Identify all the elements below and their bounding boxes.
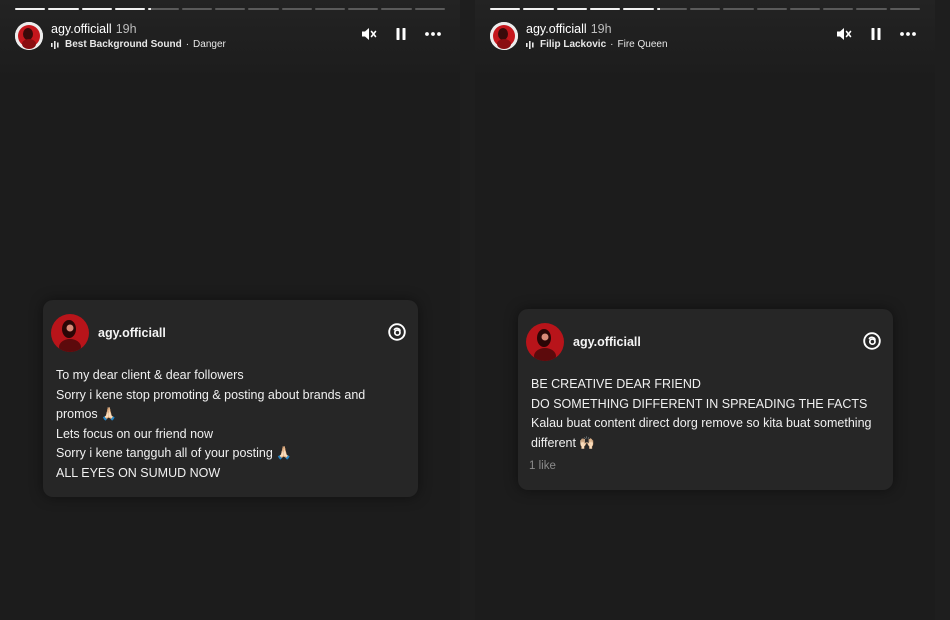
card-text-line: Lets focus on our friend now — [56, 426, 214, 441]
progress-segment — [889, 8, 921, 10]
progress-segment — [723, 8, 754, 10]
progress-segment — [114, 8, 146, 10]
story-time: 19h — [115, 22, 137, 36]
progress-segment-current — [656, 8, 687, 10]
card-text-line: ALL EYES ON SUMUD NOW — [56, 465, 221, 480]
story-progress-bar — [490, 8, 921, 11]
progress-segment — [348, 8, 379, 10]
progress-segment — [756, 8, 787, 10]
progress-segment — [15, 8, 46, 10]
card-text-line: Kalau buat content direct dorg remove so… — [531, 416, 872, 450]
music-artist: Fire Queen — [617, 39, 668, 50]
story-avatar[interactable] — [15, 22, 43, 50]
progress-segment — [689, 8, 721, 10]
progress-segment — [314, 8, 346, 10]
card-text: BE CREATIVE DEAR FRIEND DO SOMETHING DIF… — [531, 375, 877, 453]
story-music-info[interactable]: Best Background Sound · Danger — [51, 39, 226, 50]
card-like-count[interactable]: 1 like — [529, 460, 556, 472]
story-username-text[interactable]: agy.officiall — [526, 22, 587, 36]
progress-segment — [214, 8, 246, 10]
story-music-info[interactable]: Filip Lackovic · Fire Queen — [526, 39, 668, 50]
progress-segment — [81, 8, 112, 10]
story-avatar[interactable] — [490, 22, 518, 50]
music-title: Filip Lackovic — [540, 39, 607, 50]
more-dots-icon[interactable] — [899, 25, 917, 43]
card-text-line: BE CREATIVE DEAR FRIEND — [531, 377, 701, 391]
progress-segment — [789, 8, 821, 10]
progress-segment — [48, 8, 79, 10]
progress-segment — [490, 8, 521, 10]
story-username-text[interactable]: agy.officiall — [51, 22, 112, 36]
card-text-line: DO SOMETHING DIFFERENT IN SPREADING THE … — [531, 396, 868, 411]
progress-segment — [523, 8, 554, 10]
story-progress-bar — [15, 8, 446, 11]
music-artist: Danger — [193, 39, 226, 50]
more-dots-icon[interactable] — [424, 25, 442, 43]
threads-post-card[interactable]: agy.officiall To my dear client & dear f… — [43, 300, 418, 497]
story-controls — [360, 25, 442, 43]
progress-segment — [248, 8, 279, 10]
story-panel-right[interactable]: agy.officiall 19h Filip Lackovic · Fire Q… — [475, 0, 935, 620]
pause-icon[interactable] — [867, 25, 885, 43]
progress-segment — [181, 8, 212, 10]
music-separator: · — [610, 39, 614, 50]
story-panel-left[interactable]: agy.officiall 19h Best Background Sound ·… — [0, 0, 460, 620]
progress-segment-current — [148, 8, 179, 10]
progress-segment — [856, 8, 887, 10]
card-text-line: Sorry i kene stop promoting & posting ab… — [56, 387, 366, 422]
threads-logo-icon — [863, 332, 881, 350]
story-controls — [835, 25, 917, 43]
story-username[interactable]: agy.officiall 19h — [51, 22, 137, 36]
audio-eq-icon — [526, 40, 534, 49]
story-time: 19h — [590, 22, 612, 36]
speaker-muted-icon[interactable] — [360, 25, 378, 43]
progress-segment — [589, 8, 621, 10]
progress-segment — [381, 8, 412, 10]
pause-icon[interactable] — [392, 25, 410, 43]
card-username: agy.officiall — [98, 326, 166, 340]
card-text: To my dear client & dear followers Sorry… — [56, 366, 402, 483]
progress-segment — [823, 8, 854, 10]
progress-segment — [623, 8, 654, 10]
threads-post-card[interactable]: agy.officiall BE CREATIVE DEAR FRIEND DO… — [518, 309, 893, 490]
music-title: Best Background Sound — [65, 39, 182, 50]
card-username: agy.officiall — [573, 335, 641, 349]
music-separator: · — [185, 39, 190, 50]
story-username[interactable]: agy.officiall 19h — [526, 22, 612, 36]
card-text-line: To my dear client & dear followers — [56, 368, 244, 382]
threads-logo-icon — [388, 323, 406, 341]
progress-segment — [414, 8, 446, 10]
progress-segment — [281, 8, 312, 10]
card-avatar — [51, 314, 89, 352]
audio-eq-icon — [51, 40, 59, 49]
progress-segment — [556, 8, 587, 10]
card-text-line: Sorry i kene tangguh all of your posting… — [56, 446, 292, 460]
card-avatar — [526, 323, 564, 361]
speaker-muted-icon[interactable] — [835, 25, 853, 43]
